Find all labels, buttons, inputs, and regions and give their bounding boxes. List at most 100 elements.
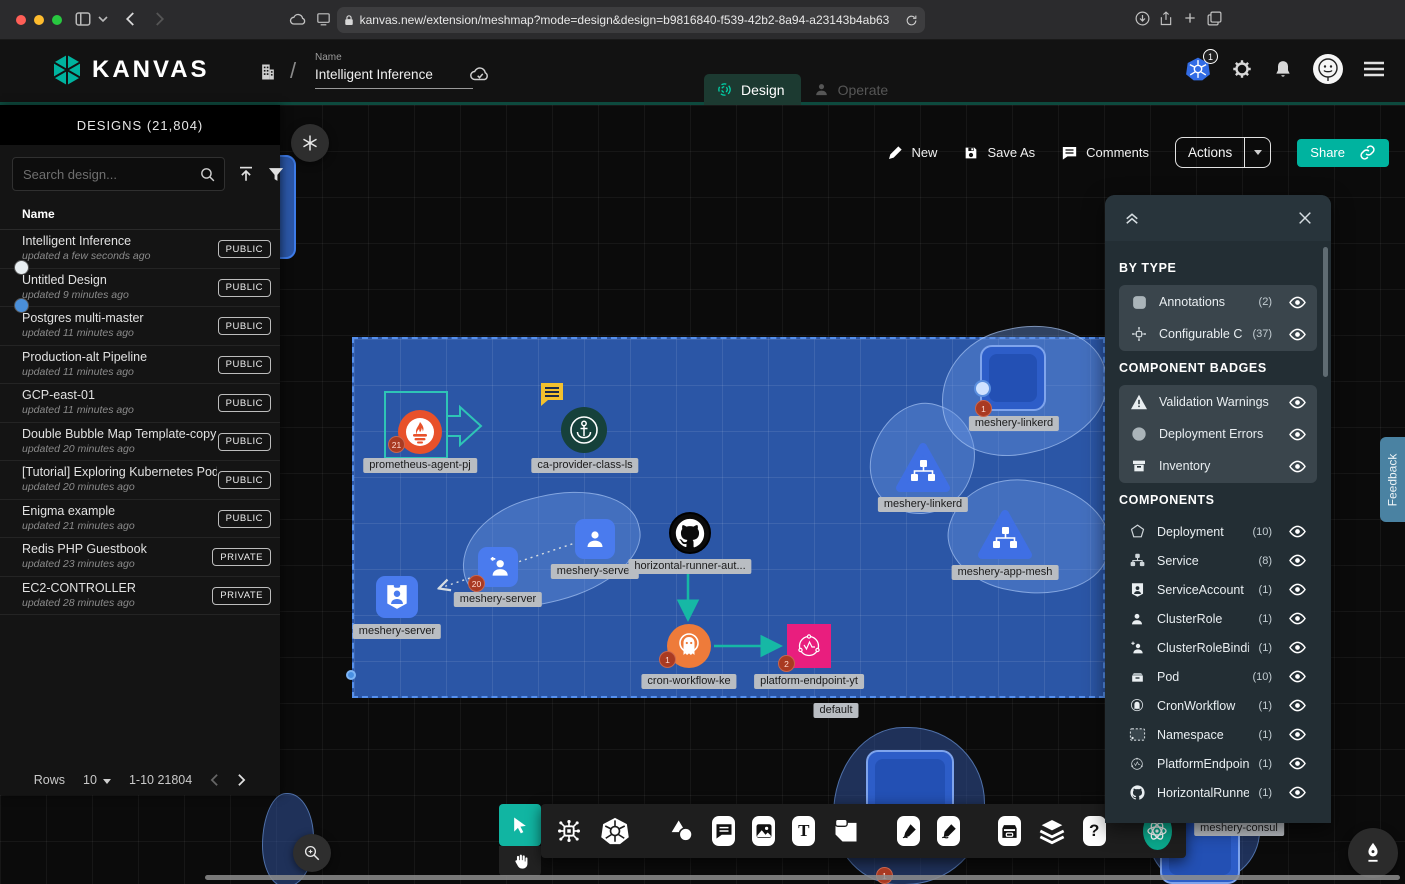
reader-icon[interactable] [315,11,332,28]
design-search-box[interactable] [12,157,225,191]
component-row-deployment[interactable]: Deployment (10) [1119,517,1317,546]
rows-per-page-select[interactable]: 10 [83,773,111,787]
tab-overview-icon[interactable] [1206,10,1223,27]
close-panel-icon[interactable] [1297,210,1313,226]
design-row[interactable]: GCP-east-01 updated 11 minutes ago PUBLI… [0,384,280,423]
design-search-input[interactable] [23,167,199,182]
badge-row-deployment-errors[interactable]: Deployment Errors [1119,418,1317,450]
window-close-button[interactable] [16,15,26,25]
user-avatar[interactable] [1313,54,1343,84]
downloads-icon[interactable] [1134,10,1151,27]
panel-scrollbar[interactable] [1323,247,1328,377]
node-serviceaccount[interactable] [376,576,418,618]
node-linkerd-deployment[interactable] [980,345,1046,411]
share-button[interactable]: Share [1297,139,1389,167]
pen-mode-button[interactable] [1348,828,1398,878]
visibility-eye-icon[interactable] [1288,725,1307,744]
text-tool[interactable]: T [792,816,815,846]
layer-row-annotations[interactable]: Annotations (2) [1119,286,1317,318]
component-row-service[interactable]: Service (8) [1119,546,1317,575]
new-button[interactable]: New [887,145,937,161]
filter-icon[interactable] [267,166,285,183]
design-row[interactable]: Untitled Design updated 9 minutes ago PU… [0,269,280,308]
share-icon[interactable] [1158,10,1174,27]
badge-server-count[interactable]: 20 [468,575,485,592]
visibility-eye-icon[interactable] [1288,638,1307,657]
component-row-horizontalrunnerautoscaler[interactable]: HorizontalRunnerAutosc (1) [1119,778,1317,807]
icloud-icon[interactable] [288,11,308,27]
node-horizontal-runner[interactable] [669,512,711,554]
design-name-field[interactable]: Name Intelligent Inference [315,52,475,89]
component-row-platformendpoint[interactable]: PlatformEndpoint (1) [1119,749,1317,778]
pen-tool[interactable] [897,816,920,846]
next-page-icon[interactable] [237,773,246,787]
badge-row-validation-warnings[interactable]: Validation Warnings [1119,386,1317,418]
actions-caret-icon[interactable] [1244,138,1270,167]
visibility-eye-icon[interactable] [1288,783,1307,802]
design-row[interactable]: Double Bubble Map Template-copy updated … [0,423,280,462]
help-tool[interactable]: ? [1083,816,1106,846]
tab-design[interactable]: Design [704,74,801,105]
visibility-eye-icon[interactable] [1288,754,1307,773]
image-tool[interactable] [752,816,775,846]
pencil-tool[interactable] [937,816,960,846]
design-row[interactable]: Production-alt Pipeline updated 11 minut… [0,346,280,385]
sidebar-toggle-icon[interactable] [74,10,92,28]
visibility-eye-icon[interactable] [1288,325,1307,344]
visibility-eye-icon[interactable] [1288,551,1307,570]
visibility-eye-icon[interactable] [1288,522,1307,541]
component-row-serviceaccount[interactable]: ServiceAccount (1) [1119,575,1317,604]
prev-page-icon[interactable] [210,773,219,787]
kubernetes-context-button[interactable]: 1 [1185,56,1211,82]
back-icon[interactable] [122,10,140,28]
visibility-eye-icon[interactable] [1288,425,1307,444]
shapes-tool[interactable] [667,816,695,846]
kanvas-logo[interactable]: KANVAS [52,54,210,86]
visibility-eye-icon[interactable] [1288,609,1307,628]
node-ca-provider[interactable] [561,407,607,453]
design-row[interactable]: Enigma example updated 21 minutes ago PU… [0,500,280,539]
pan-tool[interactable] [499,846,541,876]
node-app-mesh-service[interactable] [977,509,1033,561]
organization-icon[interactable] [258,62,278,82]
actions-dropdown-button[interactable]: Actions [1175,137,1271,168]
badge-linkerd-count[interactable]: 1 [975,400,992,417]
horizontal-scrollbar[interactable] [205,875,1400,880]
visibility-eye-icon[interactable] [1288,580,1307,599]
drawer-tool[interactable] [998,816,1021,846]
component-row-cronworkflow[interactable]: CronWorkflow (1) [1119,691,1317,720]
kubernetes-tool[interactable] [600,816,630,846]
chevron-down-icon[interactable] [98,15,108,23]
window-zoom-button[interactable] [52,15,62,25]
url-bar[interactable]: kanvas.new/extension/meshmap?mode=design… [337,7,925,33]
import-design-icon[interactable] [237,165,255,183]
freeze-button[interactable] [291,124,329,162]
design-name-input[interactable]: Intelligent Inference [315,67,473,89]
visibility-eye-icon[interactable] [1288,696,1307,715]
component-row-namespace[interactable]: Namespace (1) [1119,720,1317,749]
badge-prometheus-count[interactable]: 21 [388,436,405,453]
badge-cron-count[interactable]: 1 [659,651,676,668]
design-row[interactable]: Redis PHP Guestbook updated 23 minutes a… [0,538,280,577]
visibility-eye-icon[interactable] [1288,393,1307,412]
reload-icon[interactable] [905,14,918,27]
note-tool[interactable] [832,816,860,846]
comments-button[interactable]: Comments [1061,145,1149,161]
node-clusterrole[interactable] [575,519,615,559]
design-row[interactable]: Intelligent Inference updated a few seco… [0,230,280,269]
comment-annotation-icon[interactable] [538,381,566,407]
component-row-pod[interactable]: Pod (10) [1119,662,1317,691]
layers-tool[interactable] [1038,816,1066,846]
window-minimize-button[interactable] [34,15,44,25]
design-row[interactable]: Postgres multi-master updated 11 minutes… [0,307,280,346]
component-row-clusterrole[interactable]: ClusterRole (1) [1119,604,1317,633]
select-tool[interactable] [499,804,541,846]
design-row[interactable]: EC2-CONTROLLER updated 28 minutes ago PR… [0,577,280,616]
linkerd-mini-icon[interactable] [974,380,991,397]
feedback-tab[interactable]: Feedback [1380,437,1405,522]
collapse-all-icon[interactable] [1123,209,1141,227]
node-prometheus-agent[interactable] [398,410,442,454]
comment-tool[interactable] [712,816,735,846]
zoom-button[interactable] [293,834,331,872]
settings-gear-icon[interactable] [1231,58,1253,80]
